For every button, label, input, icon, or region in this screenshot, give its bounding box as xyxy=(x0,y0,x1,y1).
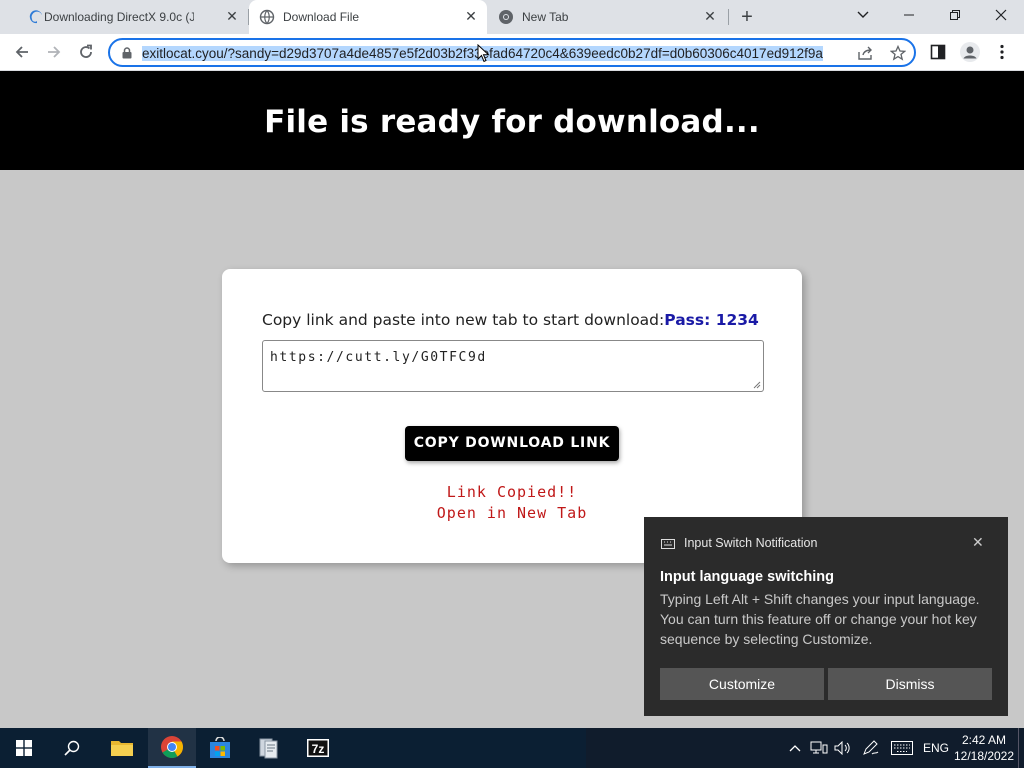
page-title: File is ready for download... xyxy=(264,104,760,140)
tab-search-button[interactable] xyxy=(840,0,886,30)
clock-date: 12/18/2022 xyxy=(953,749,1015,763)
browser-toolbar: exitlocat.cyou/?sandy=d29d3707a4de4857e5… xyxy=(0,34,1024,71)
chrome-icon xyxy=(499,10,513,24)
store-button[interactable] xyxy=(196,728,244,768)
page-banner: File is ready for download... xyxy=(0,71,1024,170)
download-link-textarea[interactable]: https://cutt.ly/G0TFC9d xyxy=(262,340,764,392)
7zip-taskbar-button[interactable]: 7z xyxy=(294,728,342,768)
tab-title: Downloading DirectX 9.0c (Jun 0 xyxy=(44,10,194,24)
close-tab-icon[interactable]: ✕ xyxy=(224,8,240,24)
clock-time: 2:42 AM xyxy=(961,733,1007,747)
speaker-icon xyxy=(834,741,850,755)
search-button[interactable] xyxy=(48,728,96,768)
address-bar[interactable]: exitlocat.cyou/?sandy=d29d3707a4de4857e5… xyxy=(108,38,916,67)
chrome-icon xyxy=(161,736,183,758)
avatar-icon xyxy=(960,42,980,62)
close-icon xyxy=(995,9,1007,21)
network-tray-button[interactable] xyxy=(808,728,830,768)
resize-handle-icon[interactable] xyxy=(753,381,761,389)
arrow-right-icon xyxy=(48,46,61,58)
volume-tray-button[interactable] xyxy=(832,728,854,768)
copy-download-link-button[interactable]: COPY DOWNLOAD LINK xyxy=(405,426,619,461)
instruction-label: Copy link and paste into new tab to star… xyxy=(262,311,665,329)
svg-text:7z: 7z xyxy=(312,742,325,756)
reload-icon xyxy=(80,44,92,58)
minimize-button[interactable] xyxy=(886,0,932,30)
notification-title: Input language switching xyxy=(660,569,834,585)
reload-button[interactable] xyxy=(72,38,100,66)
tab-directx[interactable]: Downloading DirectX 9.0c (Jun 0 ✕ xyxy=(8,0,248,34)
minimize-icon xyxy=(904,14,914,16)
dismiss-button[interactable]: Dismiss xyxy=(828,668,992,700)
new-tab-button[interactable]: + xyxy=(733,3,761,31)
arrow-left-icon xyxy=(15,46,28,58)
bookmark-star-icon[interactable] xyxy=(890,45,906,61)
close-tab-icon[interactable]: ✕ xyxy=(702,8,718,24)
notification-close-icon[interactable]: ✕ xyxy=(972,534,984,551)
7zip-icon: 7z xyxy=(307,739,329,757)
folder-icon xyxy=(111,741,133,756)
touch-keyboard-button[interactable] xyxy=(888,728,916,768)
tab-strip: Downloading DirectX 9.0c (Jun 0 ✕ Downlo… xyxy=(0,0,1024,34)
search-icon xyxy=(64,740,80,756)
back-button[interactable] xyxy=(8,38,36,66)
close-tab-icon[interactable]: ✕ xyxy=(463,8,479,24)
side-panel-button[interactable] xyxy=(924,38,952,66)
network-icon xyxy=(810,741,828,754)
instruction-text: Copy link and paste into new tab to star… xyxy=(262,311,759,329)
mouse-cursor-icon xyxy=(477,44,490,63)
profile-button[interactable] xyxy=(956,38,984,66)
pen-tray-button[interactable] xyxy=(860,728,882,768)
restore-icon xyxy=(950,10,960,20)
clock[interactable]: 2:42 AM 12/18/2022 xyxy=(954,728,1014,768)
share-icon[interactable] xyxy=(858,46,874,60)
forward-button[interactable] xyxy=(40,38,68,66)
taskbar: 7z ENG 2:42 AM 12/18/2022 xyxy=(0,728,1024,768)
customize-button[interactable]: Customize xyxy=(660,668,824,700)
lock-icon[interactable] xyxy=(122,47,132,59)
tab-new-tab[interactable]: New Tab ✕ xyxy=(487,0,727,34)
download-link-value: https://cutt.ly/G0TFC9d xyxy=(270,350,487,365)
input-language-indicator[interactable]: ENG xyxy=(920,728,952,768)
show-desktop-button[interactable] xyxy=(1018,728,1024,768)
tab-title: New Tab xyxy=(522,10,569,24)
start-button[interactable] xyxy=(0,728,48,768)
tab-download-file[interactable]: Download File ✕ xyxy=(249,0,487,34)
link-copied-message: Link Copied!! xyxy=(446,483,578,501)
windows-logo-icon xyxy=(16,740,32,756)
show-hidden-icons-button[interactable] xyxy=(786,728,804,768)
chrome-taskbar-button[interactable] xyxy=(148,728,196,768)
password-label: Pass: 1234 xyxy=(664,311,759,329)
edge-download-favicon-icon xyxy=(29,10,42,24)
globe-icon xyxy=(259,9,275,25)
url-text[interactable]: exitlocat.cyou/?sandy=d29d3707a4de4857e5… xyxy=(142,45,850,62)
keyboard-icon xyxy=(661,539,675,549)
restore-button[interactable] xyxy=(932,0,978,30)
store-bag-icon xyxy=(210,737,230,758)
chevron-up-icon xyxy=(789,745,801,752)
menu-button[interactable] xyxy=(988,38,1016,66)
close-window-button[interactable] xyxy=(978,0,1024,30)
input-switch-notification: Input Switch Notification ✕ Input langua… xyxy=(644,517,1008,716)
side-panel-icon xyxy=(930,44,946,60)
kebab-menu-icon xyxy=(1000,44,1004,60)
tab-title: Download File xyxy=(283,10,360,24)
keyboard-icon xyxy=(891,741,913,755)
tab-separator xyxy=(728,9,729,25)
notification-app-name: Input Switch Notification xyxy=(684,536,818,550)
pen-icon xyxy=(863,740,879,755)
chevron-down-icon xyxy=(857,11,869,18)
documents-icon xyxy=(259,738,278,759)
app-taskbar-button[interactable] xyxy=(245,728,293,768)
notification-body: Typing Left Alt + Shift changes your inp… xyxy=(660,591,980,647)
file-explorer-button[interactable] xyxy=(98,728,146,768)
